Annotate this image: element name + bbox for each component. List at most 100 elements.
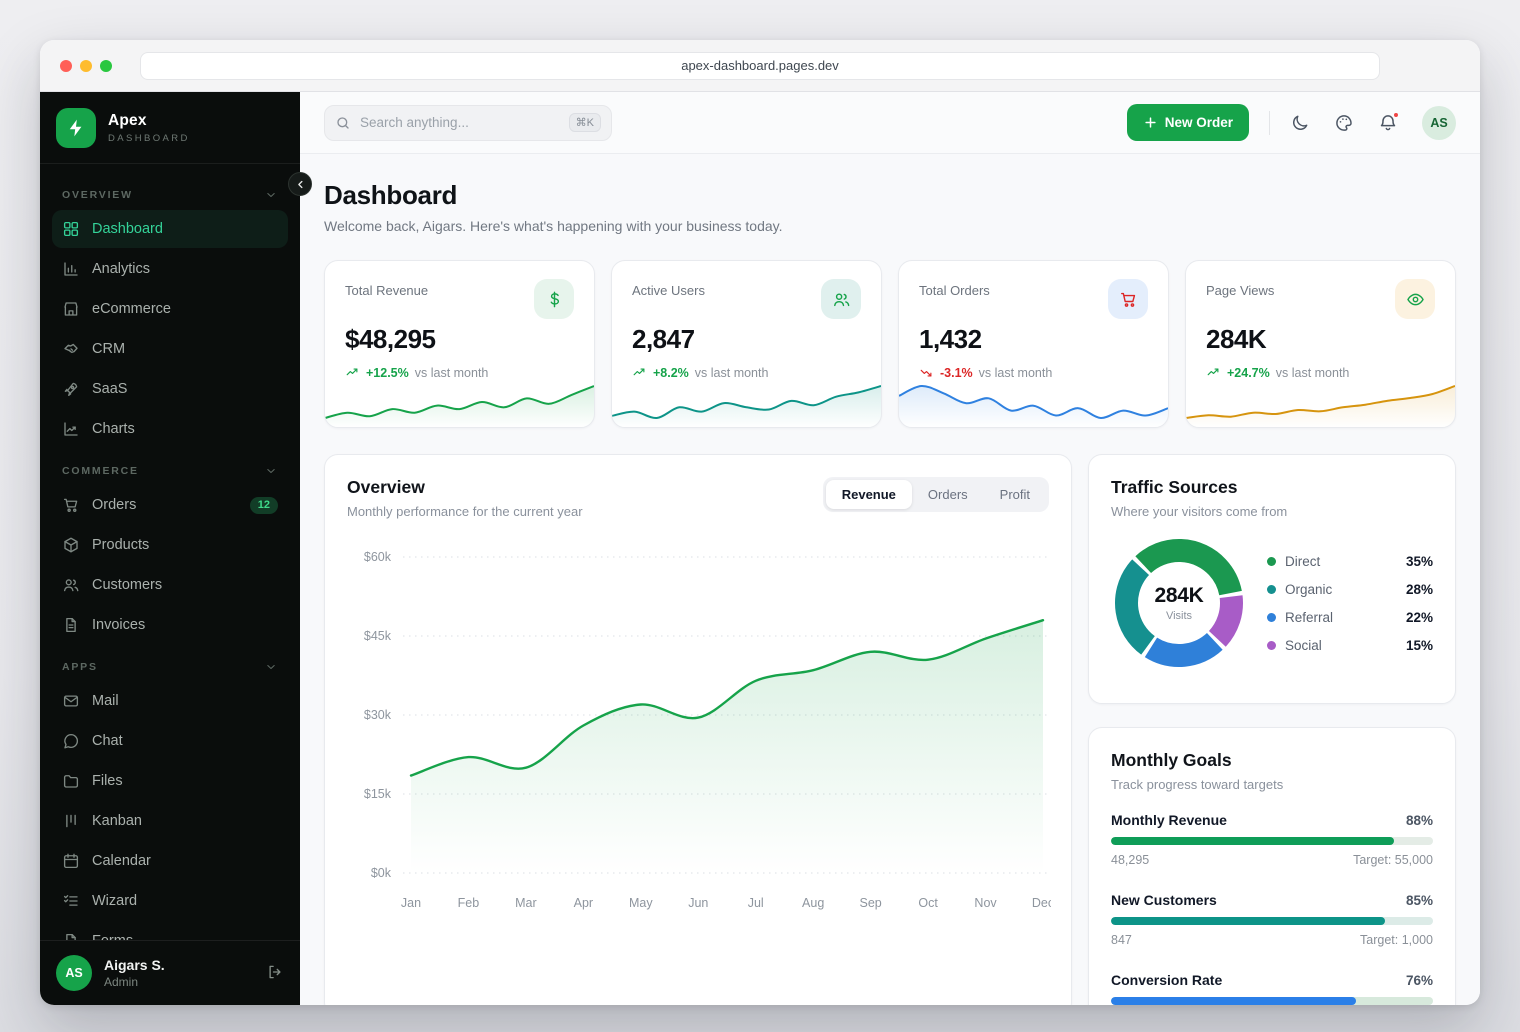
browser-titlebar: apex-dashboard.pages.dev [40, 40, 1480, 92]
invoice-icon [62, 616, 80, 634]
logout-button[interactable] [266, 963, 284, 984]
sidebar: Apex DASHBOARD Overview Dashboard Analytic… [40, 92, 300, 1005]
goal-row-monthly-revenue: Monthly Revenue 88% 48,295 Target: 55,000 [1111, 812, 1433, 867]
sidebar-item-mail[interactable]: Mail [52, 682, 288, 720]
eye-icon [1406, 290, 1425, 309]
progress-bar [1111, 997, 1433, 1005]
dark-mode-toggle[interactable] [1290, 113, 1310, 133]
sidebar-item-crm[interactable]: CRM [52, 330, 288, 368]
page-subtitle: Welcome back, Aigars. Here's what's happ… [324, 218, 783, 234]
stat-label: Page Views [1206, 283, 1275, 298]
legend-item-referral: Referral 22% [1267, 610, 1433, 625]
sidebar-item-wizard[interactable]: Wizard [52, 882, 288, 920]
logout-icon [266, 963, 284, 981]
chevron-left-icon [294, 178, 307, 191]
svg-text:Apr: Apr [574, 896, 593, 910]
goals-title: Monthly Goals [1111, 750, 1232, 770]
stat-label: Active Users [632, 283, 705, 298]
stat-sparkline-chart [612, 374, 881, 427]
sidebar-item-chat[interactable]: Chat [52, 722, 288, 760]
sidebar-section-commerce[interactable]: Commerce [62, 464, 278, 478]
svg-text:Jun: Jun [688, 896, 708, 910]
checklist-icon [62, 892, 80, 910]
users-icon [832, 290, 851, 309]
sidebar-item-invoices[interactable]: Invoices [52, 606, 288, 644]
brand-tagline: DASHBOARD [108, 132, 190, 144]
handshake-icon [62, 340, 80, 358]
svg-text:Jul: Jul [748, 896, 764, 910]
new-order-button[interactable]: New Order [1126, 104, 1249, 141]
tab-revenue[interactable]: Revenue [825, 480, 912, 509]
kanban-icon [62, 812, 80, 830]
svg-text:$15k: $15k [364, 787, 392, 801]
stat-value: 1,432 [919, 324, 982, 354]
stat-tile [1395, 279, 1435, 319]
sidebar-item-dashboard[interactable]: Dashboard [52, 210, 288, 248]
sidebar-item-forms[interactable]: Forms [52, 922, 288, 940]
moon-icon [1290, 113, 1310, 133]
box-icon [62, 536, 80, 554]
search-icon [335, 115, 351, 131]
chevron-down-icon [264, 464, 278, 478]
sidebar-item-calendar[interactable]: Calendar [52, 842, 288, 880]
stat-tile [534, 279, 574, 319]
progress-bar [1111, 917, 1433, 925]
stat-card-total-orders[interactable]: Total Orders 1,432 -3.1% vs last month [898, 260, 1169, 428]
notifications-button[interactable] [1378, 110, 1400, 133]
sidebar-user-card[interactable]: AS Aigars S. Admin [40, 940, 300, 1005]
content-area: ⌘K New Order AS Dashboard Welcome back, … [288, 92, 1480, 1005]
svg-text:Oct: Oct [918, 896, 938, 910]
svg-text:Mar: Mar [515, 896, 537, 910]
sidebar-item-analytics[interactable]: Analytics [52, 250, 288, 288]
sidebar-section-overview[interactable]: Overview [62, 188, 278, 202]
calendar-icon [62, 852, 80, 870]
maximize-window-button[interactable] [100, 60, 112, 72]
sidebar-item-files[interactable]: Files [52, 762, 288, 800]
url-bar[interactable]: apex-dashboard.pages.dev [140, 52, 1380, 80]
user-name: Aigars S. [104, 957, 165, 973]
sidebar-item-charts[interactable]: Charts [52, 410, 288, 448]
plus-icon [1143, 115, 1158, 130]
sidebar-section-apps[interactable]: Apps [62, 660, 278, 674]
sidebar-item-ecommerce[interactable]: eCommerce [52, 290, 288, 328]
svg-text:$60k: $60k [364, 550, 392, 564]
brand-name: Apex [108, 111, 147, 129]
sidebar-item-saas[interactable]: SaaS [52, 370, 288, 408]
overview-tab-group: Revenue Orders Profit [822, 477, 1049, 512]
sidebar-item-orders[interactable]: Orders 12 [52, 486, 288, 524]
tab-profit[interactable]: Profit [984, 480, 1046, 509]
sidebar-item-kanban[interactable]: Kanban [52, 802, 288, 840]
stat-card-active-users[interactable]: Active Users 2,847 +8.2% vs last month [611, 260, 882, 428]
svg-text:$45k: $45k [364, 629, 392, 643]
theme-picker-button[interactable] [1334, 113, 1354, 133]
stat-value: 284K [1206, 324, 1267, 354]
stat-sparkline-chart [325, 374, 594, 427]
legend-item-direct: Direct 35% [1267, 554, 1433, 569]
search-box[interactable]: ⌘K [324, 104, 612, 141]
sidebar-nav: Overview Dashboard Analytics eCommerce CRM Sa… [40, 164, 300, 940]
svg-text:Nov: Nov [974, 896, 997, 910]
dollar-icon [545, 290, 564, 309]
window-controls [60, 60, 112, 72]
stat-card-total-revenue[interactable]: Total Revenue $48,295 +12.5% vs last mont… [324, 260, 595, 428]
minimize-window-button[interactable] [80, 60, 92, 72]
stat-card-page-views[interactable]: Page Views 284K +24.7% vs last month [1185, 260, 1456, 428]
legend-dot [1267, 556, 1276, 566]
traffic-sources-card: Traffic Sources Where your visitors come… [1088, 454, 1456, 704]
donut-center-label: Visits [1165, 610, 1193, 622]
monthly-goals-card: Monthly Goals Track progress toward targ… [1088, 727, 1456, 1005]
stat-tile [821, 279, 861, 319]
traffic-legend: Direct 35% Organic 28% Referral 22% Soci… [1267, 554, 1433, 653]
dashboard-grid: Overview Monthly performance for the cur… [324, 454, 1456, 1005]
store-icon [62, 300, 80, 318]
search-input[interactable] [360, 115, 560, 130]
topbar-avatar[interactable]: AS [1422, 105, 1456, 140]
close-window-button[interactable] [60, 60, 72, 72]
sidebar-item-products[interactable]: Products [52, 526, 288, 564]
page-title: Dashboard [324, 180, 458, 210]
stat-tile [1108, 279, 1148, 319]
tab-orders[interactable]: Orders [912, 480, 984, 509]
sidebar-item-customers[interactable]: Customers [52, 566, 288, 604]
sidebar-collapse-button[interactable] [288, 172, 312, 196]
stat-sparkline-chart [1186, 374, 1455, 427]
